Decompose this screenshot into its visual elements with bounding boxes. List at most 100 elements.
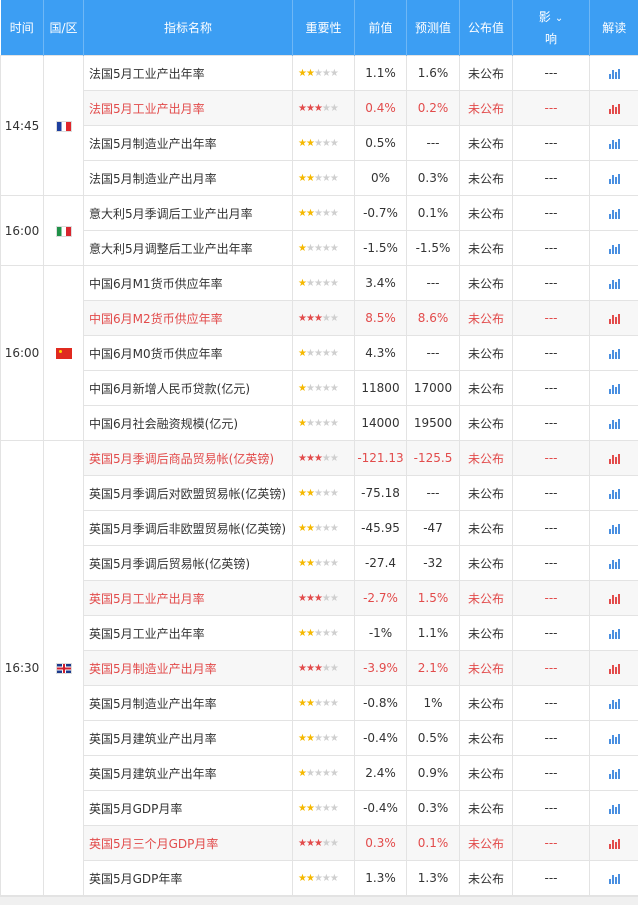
interpret-cell[interactable]: [590, 371, 638, 406]
indicator-name[interactable]: 意大利5月调整后工业产出年率: [84, 231, 293, 266]
interpret-cell[interactable]: [590, 231, 638, 266]
interpret-cell[interactable]: [590, 651, 638, 686]
indicator-name[interactable]: 英国5月季调后非欧盟贸易帐(亿英镑): [84, 511, 293, 546]
indicator-name[interactable]: 中国6月新增人民币贷款(亿元): [84, 371, 293, 406]
bar-chart-icon[interactable]: [609, 244, 620, 254]
indicator-name[interactable]: 英国5月季调后商品贸易帐(亿英镑): [84, 441, 293, 476]
interpret-cell[interactable]: [590, 266, 638, 301]
bar-chart-icon[interactable]: [609, 524, 620, 534]
interpret-cell[interactable]: [590, 686, 638, 721]
table-row[interactable]: 14:45法国5月工业产出年率★★★★★1.1%1.6%未公布---: [1, 56, 638, 91]
indicator-name[interactable]: 英国5月三个月GDP月率: [84, 826, 293, 861]
bar-chart-icon[interactable]: [609, 314, 620, 324]
indicator-name[interactable]: 中国6月社会融资规模(亿元): [84, 406, 293, 441]
bar-chart-icon[interactable]: [609, 874, 620, 884]
bar-chart-icon[interactable]: [609, 594, 620, 604]
table-row[interactable]: 英国5月制造业产出月率★★★★★-3.9%2.1%未公布---: [1, 651, 638, 686]
indicator-name[interactable]: 英国5月季调后对欧盟贸易帐(亿英镑): [84, 476, 293, 511]
table-row[interactable]: 16:00意大利5月季调后工业产出月率★★★★★-0.7%0.1%未公布---: [1, 196, 638, 231]
indicator-name[interactable]: 法国5月工业产出年率: [84, 56, 293, 91]
interpret-cell[interactable]: [590, 581, 638, 616]
table-row[interactable]: 英国5月建筑业产出年率★★★★★2.4%0.9%未公布---: [1, 756, 638, 791]
table-row[interactable]: 中国6月M0货币供应年率★★★★★4.3%---未公布---: [1, 336, 638, 371]
table-row[interactable]: 英国5月季调后贸易帐(亿英镑)★★★★★-27.4-32未公布---: [1, 546, 638, 581]
table-row[interactable]: 法国5月制造业产出月率★★★★★0%0.3%未公布---: [1, 161, 638, 196]
bar-chart-icon[interactable]: [609, 349, 620, 359]
bar-chart-icon[interactable]: [609, 734, 620, 744]
interpret-cell[interactable]: [590, 406, 638, 441]
interpret-cell[interactable]: [590, 861, 638, 896]
indicator-name[interactable]: 英国5月季调后贸易帐(亿英镑): [84, 546, 293, 581]
bar-chart-icon[interactable]: [609, 559, 620, 569]
table-row[interactable]: 英国5月季调后非欧盟贸易帐(亿英镑)★★★★★-45.95-47未公布---: [1, 511, 638, 546]
table-row[interactable]: 英国5月制造业产出年率★★★★★-0.8%1%未公布---: [1, 686, 638, 721]
bar-chart-icon[interactable]: [609, 279, 620, 289]
interpret-cell[interactable]: [590, 721, 638, 756]
indicator-name[interactable]: 英国5月制造业产出年率: [84, 686, 293, 721]
table-row[interactable]: 中国6月M2货币供应年率★★★★★8.5%8.6%未公布---: [1, 301, 638, 336]
bar-chart-icon[interactable]: [609, 839, 620, 849]
actual-value: 未公布: [460, 161, 513, 196]
indicator-name[interactable]: 英国5月GDP月率: [84, 791, 293, 826]
interpret-cell[interactable]: [590, 791, 638, 826]
indicator-name[interactable]: 英国5月制造业产出月率: [84, 651, 293, 686]
header-impact-dropdown[interactable]: 影⌄响: [513, 0, 590, 56]
table-row[interactable]: 英国5月季调后对欧盟贸易帐(亿英镑)★★★★★-75.18---未公布---: [1, 476, 638, 511]
table-row[interactable]: 英国5月建筑业产出月率★★★★★-0.4%0.5%未公布---: [1, 721, 638, 756]
interpret-cell[interactable]: [590, 196, 638, 231]
table-row[interactable]: 法国5月制造业产出年率★★★★★0.5%---未公布---: [1, 126, 638, 161]
table-row[interactable]: 英国5月三个月GDP月率★★★★★0.3%0.1%未公布---: [1, 826, 638, 861]
interpret-cell[interactable]: [590, 56, 638, 91]
interpret-cell[interactable]: [590, 126, 638, 161]
bar-chart-icon[interactable]: [609, 384, 620, 394]
indicator-name[interactable]: 意大利5月季调后工业产出月率: [84, 196, 293, 231]
impact-value: ---: [513, 581, 590, 616]
interpret-cell[interactable]: [590, 161, 638, 196]
indicator-name[interactable]: 英国5月建筑业产出月率: [84, 721, 293, 756]
interpret-cell[interactable]: [590, 826, 638, 861]
bar-chart-icon[interactable]: [609, 419, 620, 429]
indicator-name[interactable]: 中国6月M2货币供应年率: [84, 301, 293, 336]
indicator-name[interactable]: 英国5月工业产出月率: [84, 581, 293, 616]
indicator-name[interactable]: 中国6月M0货币供应年率: [84, 336, 293, 371]
indicator-name[interactable]: 英国5月建筑业产出年率: [84, 756, 293, 791]
bar-chart-icon[interactable]: [609, 629, 620, 639]
bar-chart-icon[interactable]: [609, 769, 620, 779]
bar-chart-icon[interactable]: [609, 69, 620, 79]
table-row[interactable]: 中国6月社会融资规模(亿元)★★★★★1400019500未公布---: [1, 406, 638, 441]
interpret-cell[interactable]: [590, 336, 638, 371]
interpret-cell[interactable]: [590, 616, 638, 651]
table-row[interactable]: 中国6月新增人民币贷款(亿元)★★★★★1180017000未公布---: [1, 371, 638, 406]
bar-chart-icon[interactable]: [609, 104, 620, 114]
table-row[interactable]: 英国5月工业产出年率★★★★★-1%1.1%未公布---: [1, 616, 638, 651]
table-row[interactable]: 意大利5月调整后工业产出年率★★★★★-1.5%-1.5%未公布---: [1, 231, 638, 266]
bar-chart-icon[interactable]: [609, 139, 620, 149]
table-row[interactable]: 英国5月GDP月率★★★★★-0.4%0.3%未公布---: [1, 791, 638, 826]
indicator-name[interactable]: 中国6月M1货币供应年率: [84, 266, 293, 301]
table-row[interactable]: 英国5月工业产出月率★★★★★-2.7%1.5%未公布---: [1, 581, 638, 616]
indicator-name[interactable]: 英国5月GDP年率: [84, 861, 293, 896]
indicator-name[interactable]: 法国5月制造业产出年率: [84, 126, 293, 161]
bar-chart-icon[interactable]: [609, 489, 620, 499]
bar-chart-icon[interactable]: [609, 454, 620, 464]
indicator-name[interactable]: 法国5月工业产出月率: [84, 91, 293, 126]
table-row[interactable]: 16:00中国6月M1货币供应年率★★★★★3.4%---未公布---: [1, 266, 638, 301]
indicator-name[interactable]: 英国5月工业产出年率: [84, 616, 293, 651]
table-row[interactable]: 英国5月GDP年率★★★★★1.3%1.3%未公布---: [1, 861, 638, 896]
impact-value: ---: [513, 336, 590, 371]
bar-chart-icon[interactable]: [609, 804, 620, 814]
bar-chart-icon[interactable]: [609, 209, 620, 219]
bar-chart-icon[interactable]: [609, 664, 620, 674]
interpret-cell[interactable]: [590, 756, 638, 791]
interpret-cell[interactable]: [590, 301, 638, 336]
interpret-cell[interactable]: [590, 511, 638, 546]
indicator-name[interactable]: 法国5月制造业产出月率: [84, 161, 293, 196]
interpret-cell[interactable]: [590, 91, 638, 126]
table-row[interactable]: 法国5月工业产出月率★★★★★0.4%0.2%未公布---: [1, 91, 638, 126]
bar-chart-icon[interactable]: [609, 174, 620, 184]
interpret-cell[interactable]: [590, 441, 638, 476]
table-row[interactable]: 16:30英国5月季调后商品贸易帐(亿英镑)★★★★★-121.13-125.5…: [1, 441, 638, 476]
bar-chart-icon[interactable]: [609, 699, 620, 709]
interpret-cell[interactable]: [590, 476, 638, 511]
interpret-cell[interactable]: [590, 546, 638, 581]
